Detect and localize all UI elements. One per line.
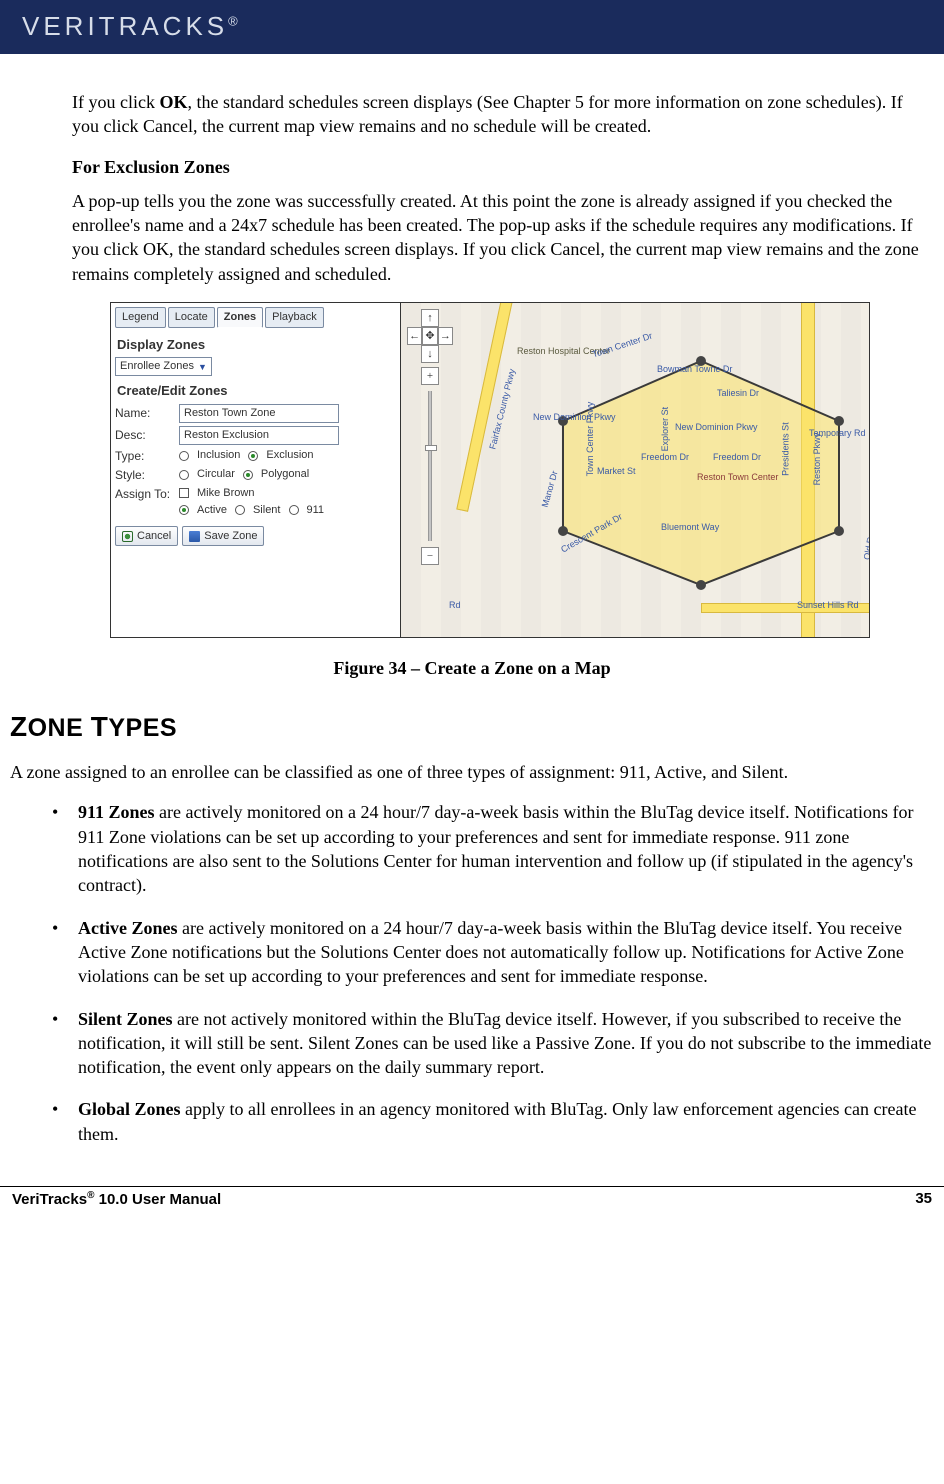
zoom-out-button[interactable]: − — [421, 547, 439, 565]
assign-name: Mike Brown — [197, 486, 254, 501]
style-label: Style: — [115, 467, 179, 483]
tab-zones[interactable]: Zones — [217, 307, 263, 328]
figure-caption: Figure 34 – Create a Zone on a Map — [10, 656, 934, 680]
name-label: Name: — [115, 405, 179, 421]
page-content: If you click OK, the standard schedules … — [0, 54, 944, 1146]
radio-exclusion[interactable] — [248, 451, 258, 461]
label-bluemont: Bluemont Way — [661, 521, 719, 533]
label-market: Market St — [597, 465, 636, 477]
label-freedom-2: Freedom Dr — [713, 451, 761, 463]
label-presidents: Presidents St — [780, 422, 792, 476]
label-towncenter2: Town Center Pkwy — [584, 402, 596, 477]
label-new-dominion: New Dominion Pkwy — [533, 411, 616, 423]
desc-input[interactable]: Reston Exclusion — [179, 426, 339, 445]
assign-radios: Active Silent 911 — [179, 503, 324, 518]
radio-active[interactable] — [179, 505, 189, 515]
label-reston-hospital: Reston Hospital Center — [517, 345, 573, 357]
list-item: Silent Zones are not actively monitored … — [46, 1007, 934, 1080]
pan-up-button[interactable]: ↑ — [421, 309, 439, 327]
chevron-down-icon: ▼ — [198, 361, 207, 373]
zoom-thumb[interactable] — [425, 445, 437, 451]
label-freedom: Freedom Dr — [641, 451, 689, 463]
list-item: Active Zones are actively monitored on a… — [46, 916, 934, 989]
pan-center-button[interactable]: ✥ — [422, 327, 437, 345]
label-old-reston: Old Reston Ave — [861, 497, 870, 561]
brand-name: VERITRACKS — [22, 11, 228, 41]
type-label: Type: — [115, 448, 179, 464]
page-footer: VeriTracks® 10.0 User Manual 35 — [0, 1186, 944, 1220]
cancel-button[interactable]: Cancel — [115, 526, 178, 547]
zoom-slider[interactable] — [428, 391, 432, 541]
assign-checkbox[interactable] — [179, 488, 189, 498]
tab-playback[interactable]: Playback — [265, 307, 324, 328]
radio-silent[interactable] — [235, 505, 245, 515]
label-explorer: Explorer St — [659, 407, 671, 452]
map-nav-controls: ↑ ← ✥ → ↓ + − — [407, 309, 453, 565]
create-edit-heading: Create/Edit Zones — [117, 382, 396, 400]
map-canvas[interactable]: ↑ ← ✥ → ↓ + − — [401, 303, 869, 637]
section-intro: A zone assigned to an enrollee can be cl… — [10, 760, 934, 784]
pan-left-button[interactable]: ← — [407, 327, 422, 345]
tab-locate[interactable]: Locate — [168, 307, 215, 328]
cancel-icon — [122, 531, 133, 542]
list-item: Global Zones apply to all enrollees in a… — [46, 1097, 934, 1146]
label-temporary: Temporary Rd — [809, 427, 866, 439]
label-new-dominion-2: New Dominion Pkwy — [675, 421, 758, 433]
label-reston-town-center: Reston Town Center — [697, 471, 757, 483]
style-radios: Circular Polygonal — [179, 467, 309, 482]
label-taliesin: Taliesin Dr — [717, 387, 759, 399]
zone-types-list: 911 Zones are actively monitored on a 24… — [46, 800, 934, 1146]
type-radios: Inclusion Exclusion — [179, 448, 314, 463]
intro-paragraph-2: A pop-up tells you the zone was successf… — [72, 189, 934, 286]
desc-label: Desc: — [115, 427, 179, 443]
footer-left: VeriTracks® 10.0 User Manual — [12, 1189, 221, 1210]
list-item: 911 Zones are actively monitored on a 24… — [46, 800, 934, 897]
page-number: 35 — [915, 1189, 932, 1210]
intro-paragraph-1: If you click OK, the standard schedules … — [72, 90, 934, 139]
zoom-in-button[interactable]: + — [421, 367, 439, 385]
display-zones-select[interactable]: Enrollee Zones ▼ — [115, 357, 212, 376]
radio-inclusion[interactable] — [179, 451, 189, 461]
registered-mark: ® — [228, 14, 242, 29]
brand-logo: VERITRACKS® — [22, 9, 242, 44]
name-input[interactable]: Reston Town Zone — [179, 404, 339, 423]
panel-tabs: Legend Locate Zones Playback — [115, 307, 396, 328]
radio-polygonal[interactable] — [243, 470, 253, 480]
tab-legend[interactable]: Legend — [115, 307, 166, 328]
label-sunset: Sunset Hills Rd — [797, 599, 859, 611]
label-rd: Rd — [449, 599, 461, 611]
pan-down-button[interactable]: ↓ — [421, 345, 439, 363]
figure-screenshot: Legend Locate Zones Playback Display Zon… — [110, 302, 870, 638]
app-header: VERITRACKS® — [0, 0, 944, 54]
radio-911[interactable] — [289, 505, 299, 515]
assign-label: Assign To: — [115, 486, 179, 502]
pan-right-button[interactable]: → — [438, 327, 453, 345]
label-reston-pkwy: Reston Pkwy — [811, 433, 823, 486]
label-bowman: Bowman Towne Dr — [657, 363, 732, 375]
zone-editor-panel: Legend Locate Zones Playback Display Zon… — [111, 303, 401, 637]
save-zone-button[interactable]: Save Zone — [182, 526, 264, 547]
radio-circular[interactable] — [179, 470, 189, 480]
exclusion-subheading: For Exclusion Zones — [72, 155, 934, 179]
save-icon — [189, 531, 200, 542]
section-zone-types-heading: ZONE TYPES — [10, 708, 934, 746]
display-zones-heading: Display Zones — [117, 336, 396, 354]
